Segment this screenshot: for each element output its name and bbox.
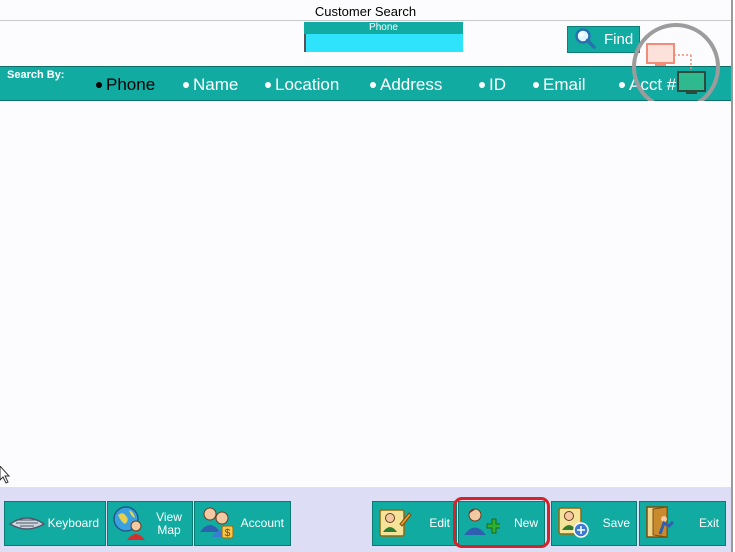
search-by-bar: Search By: Phone Name Location Address I… (0, 66, 731, 101)
radio-dot-icon (183, 82, 189, 88)
search-option-name[interactable]: Name (183, 75, 238, 95)
edit-button-label: Edit (429, 516, 450, 530)
search-option-label: Phone (106, 75, 156, 94)
search-option-address[interactable]: Address (370, 75, 442, 95)
search-option-location[interactable]: Location (265, 75, 339, 95)
save-button[interactable]: Save (551, 501, 637, 546)
view-map-button[interactable]: View Map (107, 501, 193, 546)
remote-monitor-icon[interactable] (631, 22, 721, 112)
radio-dot-icon (619, 82, 625, 88)
radio-dot-icon (479, 82, 485, 88)
mouse-cursor-icon (0, 465, 11, 489)
phone-field-label: Phone (304, 22, 463, 34)
keyboard-button[interactable]: Keyboard (4, 501, 106, 546)
save-button-label: Save (602, 516, 630, 530)
account-button[interactable]: $ Account (194, 501, 291, 546)
radio-dot-icon (265, 82, 271, 88)
search-option-label: Email (543, 75, 586, 94)
new-user-icon (462, 504, 502, 543)
exit-button[interactable]: Exit (639, 501, 726, 546)
search-by-options: Phone Name Location Address ID Email Acc… (0, 67, 731, 100)
keyboard-icon (8, 510, 46, 537)
radio-dot-icon (370, 82, 376, 88)
edit-button[interactable]: Edit (372, 501, 457, 546)
magnifier-icon (574, 27, 596, 53)
phone-input[interactable] (304, 34, 463, 52)
account-button-label: Account (240, 516, 284, 530)
search-option-label: Name (193, 75, 239, 94)
radio-dot-icon (96, 82, 102, 88)
customer-search-window: Customer Search Phone Find Search By: Ph… (0, 0, 733, 552)
new-button-label: New (513, 516, 538, 530)
account-users-icon: $ (198, 504, 236, 543)
globe-user-icon (111, 504, 147, 543)
keyboard-button-label: Keyboard (47, 516, 99, 530)
radio-dot-icon (533, 82, 539, 88)
find-button-label: Find (604, 31, 634, 48)
edit-user-icon (376, 504, 412, 543)
new-button[interactable]: New (458, 501, 545, 546)
save-user-icon (555, 504, 591, 543)
search-option-label: ID (489, 75, 506, 94)
svg-text:$: $ (225, 528, 231, 539)
search-option-email[interactable]: Email (533, 75, 586, 95)
search-option-label: Location (275, 75, 340, 94)
exit-button-label: Exit (698, 516, 719, 530)
find-button[interactable]: Find (567, 26, 640, 53)
search-option-id[interactable]: ID (479, 75, 506, 95)
search-option-phone[interactable]: Phone (96, 75, 155, 95)
window-title: Customer Search (0, 4, 731, 21)
exit-door-icon (643, 504, 679, 543)
view-map-button-label: View Map (156, 509, 182, 537)
search-option-label: Address (380, 75, 443, 94)
search-results-area (0, 101, 731, 487)
